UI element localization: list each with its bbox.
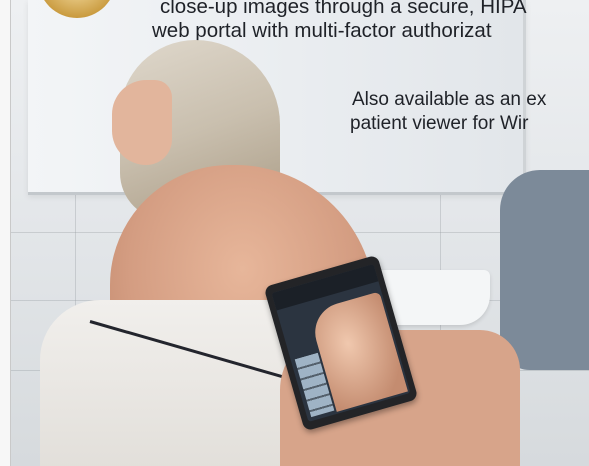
- subheadline-line-1: Also available as an ex: [352, 89, 547, 110]
- hero-image: close-up images through a secure, HIPA w…: [0, 0, 589, 466]
- man-shirt: [500, 170, 589, 370]
- subheadline: Also available as an ex patient viewer f…: [350, 88, 547, 134]
- headline-line-1: close-up images through a secure, HIPA: [160, 0, 527, 18]
- subheadline-line-2: patient viewer for Wir: [350, 113, 529, 134]
- woman-face: [112, 80, 172, 165]
- headline-line-2: web portal with multi-factor authorizat: [152, 19, 492, 42]
- left-edge: [0, 0, 11, 466]
